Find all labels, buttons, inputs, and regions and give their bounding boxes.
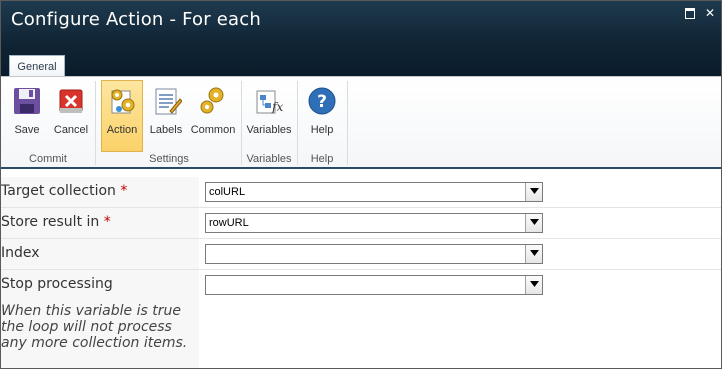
variables-button[interactable]: fx Variables (245, 81, 293, 151)
form-row-index: Index (1, 239, 721, 270)
group-divider (297, 81, 298, 165)
label-text: Store result in (1, 214, 100, 230)
required-marker: * (103, 214, 111, 230)
close-icon[interactable]: ✕ (703, 6, 717, 20)
action-button[interactable]: Action (101, 80, 143, 152)
common-label: Common (190, 124, 236, 136)
label-text: Stop processing (1, 276, 113, 292)
label-text: Index (1, 245, 40, 261)
variables-icon: fx (256, 90, 283, 114)
chevron-down-icon[interactable] (525, 214, 542, 232)
save-label: Save (14, 124, 40, 136)
help-line: any more collection items. (1, 335, 188, 351)
help-button[interactable]: ? Help (301, 81, 343, 151)
label-text: Target collection (1, 183, 116, 199)
store-result-select[interactable]: rowURL (205, 213, 543, 233)
action-label: Action (106, 124, 138, 136)
field-value-cell: colURL (199, 177, 721, 207)
common-button[interactable]: Common (189, 81, 237, 151)
cancel-icon (59, 89, 83, 113)
question-mark-icon: ? (308, 87, 336, 115)
group-divider (95, 81, 96, 165)
help-text: When this variable is true the loop will… (1, 303, 199, 351)
field-label-target-collection: Target collection * (1, 177, 199, 207)
form-row-store-result: Store result in * rowURL (1, 208, 721, 239)
group-label-help: Help (310, 153, 334, 165)
group-label-variables: Variables (246, 153, 292, 165)
gear-page-icon (111, 89, 135, 114)
field-label-store-result: Store result in * (1, 208, 199, 238)
help-label: Help (310, 124, 334, 136)
svg-text:fx: fx (271, 100, 283, 114)
content-divider (1, 167, 721, 169)
form-row-target-collection: Target collection * colURL (1, 177, 721, 208)
field-label-index: Index (1, 239, 199, 269)
group-divider (241, 81, 242, 165)
index-select[interactable] (205, 244, 543, 264)
stop-processing-select[interactable] (205, 275, 543, 295)
chevron-down-icon[interactable] (525, 245, 542, 263)
labels-icon (155, 88, 182, 115)
field-value-cell (199, 239, 721, 269)
dialog-window: Configure Action - For each ✕ General Sa… (0, 0, 722, 369)
tab-general[interactable]: General (9, 55, 65, 78)
group-divider (347, 81, 348, 165)
chevron-down-icon[interactable] (525, 183, 542, 201)
select-value: rowURL (209, 217, 249, 229)
title-bar: Configure Action - For each ✕ General (1, 1, 721, 78)
field-value-cell: rowURL (199, 208, 721, 238)
ribbon: Save Cancel Action Labels Common fx Vari… (1, 77, 721, 168)
labels-label: Labels (149, 124, 183, 136)
maximize-icon[interactable] (683, 6, 697, 20)
cancel-label: Cancel (53, 124, 89, 136)
select-value: colURL (209, 186, 246, 198)
floppy-disk-icon (14, 88, 40, 114)
save-button[interactable]: Save (5, 81, 49, 151)
group-label-settings: Settings (149, 153, 189, 165)
cancel-button[interactable]: Cancel (51, 81, 91, 151)
help-line: the loop will not process (1, 319, 172, 335)
help-line: When this variable is true (1, 303, 181, 319)
gears-icon (200, 87, 224, 114)
chevron-down-icon[interactable] (525, 276, 542, 294)
field-label-stop-processing: Stop processing When this variable is tr… (1, 270, 199, 368)
required-marker: * (120, 183, 128, 199)
target-collection-select[interactable]: colURL (205, 182, 543, 202)
field-value-cell (199, 270, 721, 368)
dialog-title: Configure Action - For each (11, 9, 261, 30)
group-label-commit: Commit (29, 153, 67, 165)
labels-button[interactable]: Labels (145, 81, 187, 151)
variables-label: Variables (246, 124, 292, 136)
svg-text:?: ? (317, 92, 327, 112)
form-row-stop-processing: Stop processing When this variable is tr… (1, 270, 721, 368)
